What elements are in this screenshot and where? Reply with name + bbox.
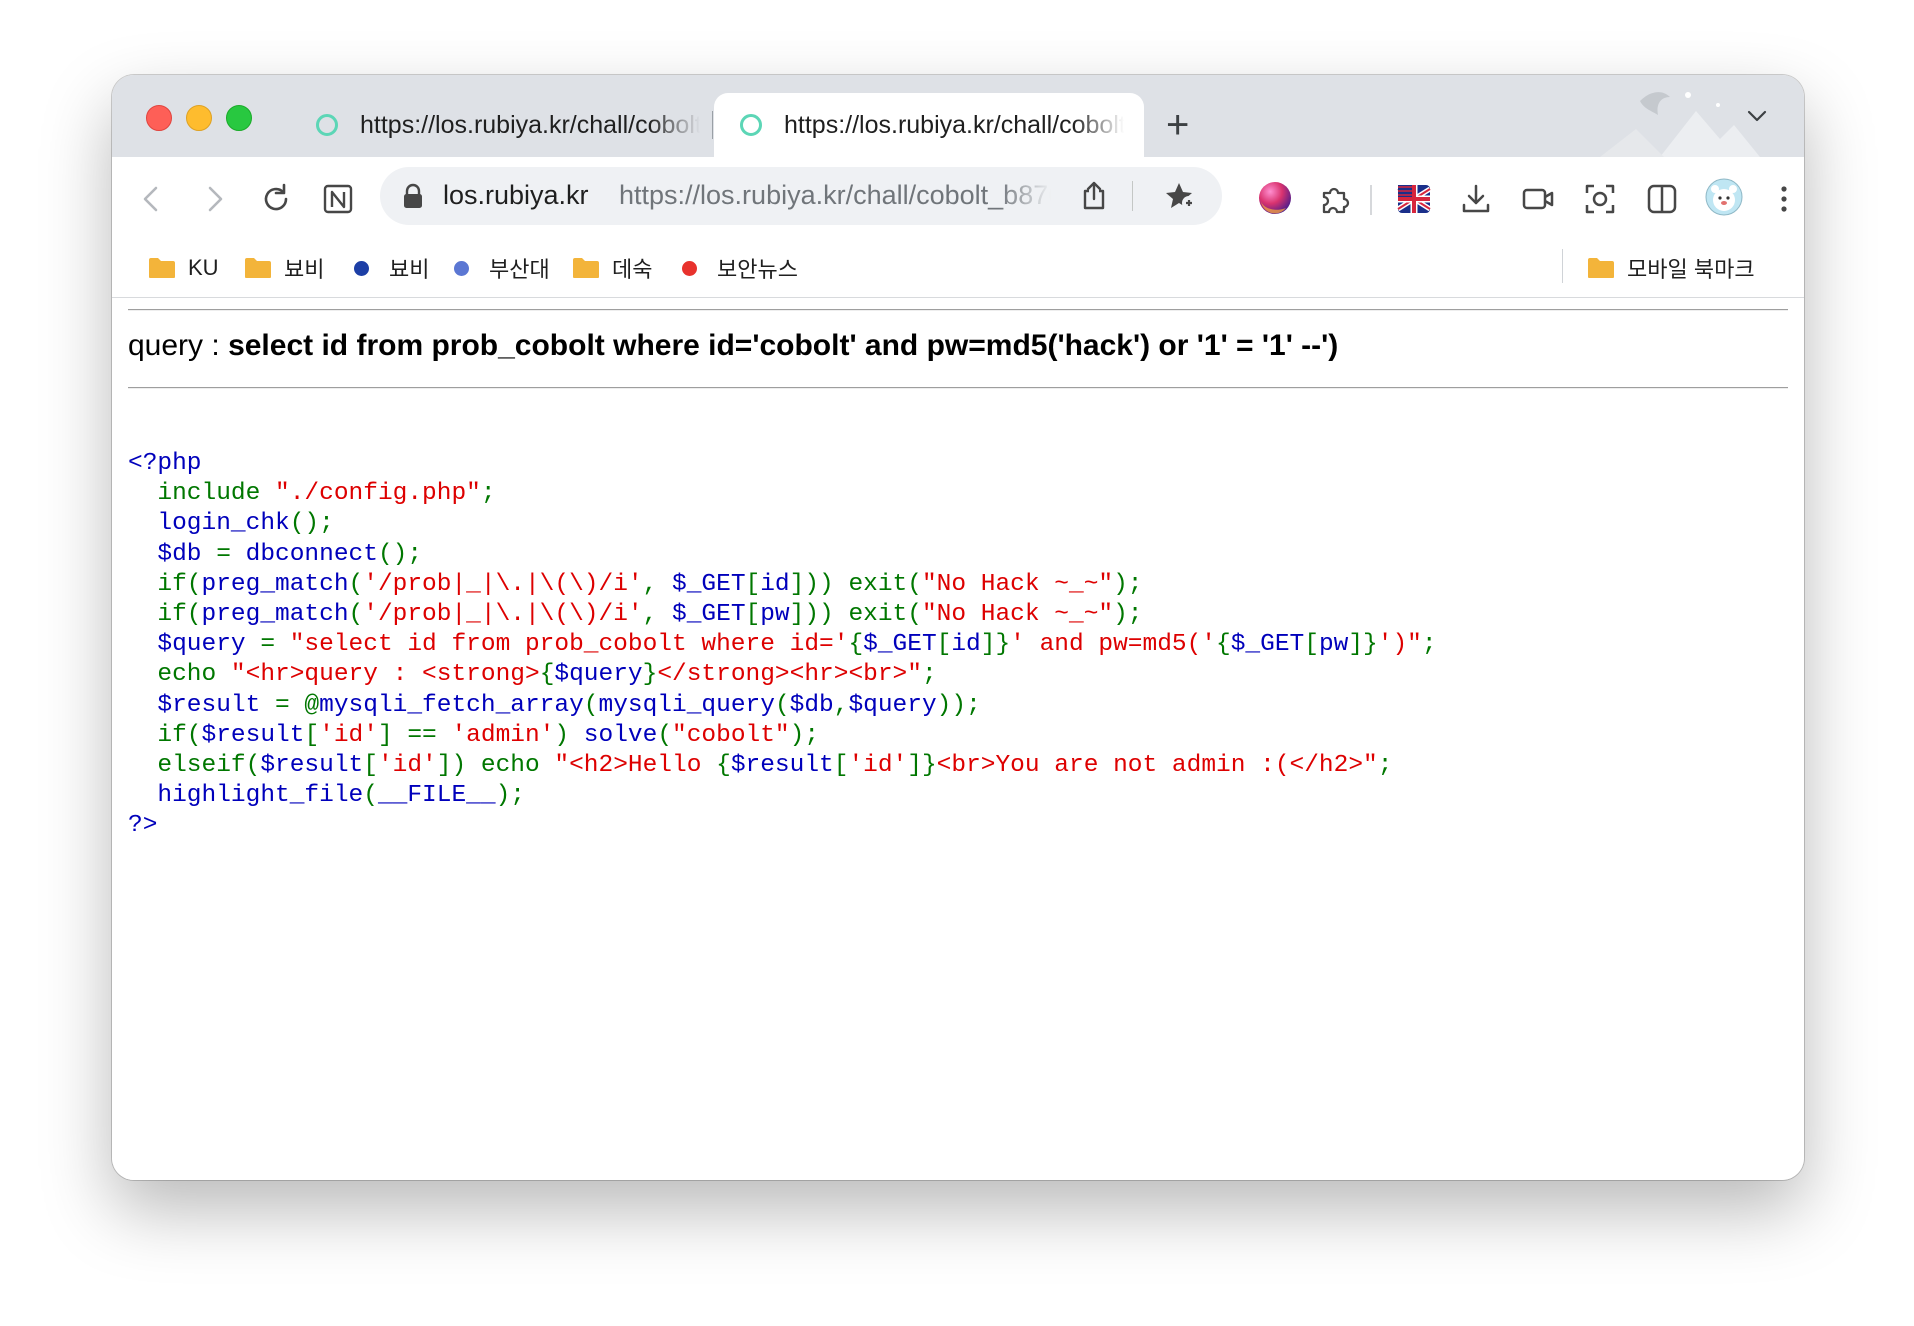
site-dot-icon — [454, 260, 469, 276]
download-icon[interactable] — [1458, 181, 1494, 217]
minimize-window-button[interactable] — [186, 105, 212, 131]
query-label: query : — [128, 329, 229, 362]
share-icon[interactable] — [1079, 180, 1109, 212]
query-value: select id from prob_cobolt where id='cob… — [228, 329, 1339, 362]
code-line: ?> — [128, 812, 158, 840]
code-line: if($result['id'] == 'admin') solve("cobo… — [157, 721, 820, 749]
tab-strip: https://los.rubiya.kr/chall/cobolt_b876a… — [112, 75, 1804, 157]
tab-inactive[interactable]: https://los.rubiya.kr/chall/cobolt_b876a… — [290, 93, 710, 157]
screen-record-icon[interactable] — [1520, 181, 1556, 217]
address-bar[interactable]: los.rubiya.kr https://los.rubiya.kr/chal… — [380, 167, 1222, 225]
theme-decoration-icon — [1600, 92, 1760, 157]
page-favicon-icon — [740, 114, 762, 136]
reload-icon[interactable] — [258, 181, 294, 217]
bookmark-star-icon[interactable] — [1164, 180, 1198, 212]
folder-icon — [1588, 258, 1614, 278]
side-panel-icon[interactable] — [1644, 181, 1680, 217]
bookmark-label: KU — [188, 255, 219, 280]
bookmark-label: 뵤비 — [284, 257, 325, 282]
bookmark-folder-mobile[interactable]: 모바일 북마크 — [1587, 251, 1755, 285]
url-text[interactable]: https://los.rubiya.kr/chall/cobolt_b876a… — [619, 180, 1051, 211]
translate-extension-icon[interactable] — [1396, 181, 1432, 217]
folder-icon — [245, 258, 271, 278]
tab-active[interactable]: https://los.rubiya.kr/chall/cobolt_b876a… — [714, 93, 1144, 157]
code-line: elseif($result['id']) echo "<h2>Hello {$… — [157, 752, 1393, 780]
site-dot-icon — [354, 260, 369, 276]
profile-avatar-icon[interactable] — [1704, 177, 1744, 217]
bookmark-link-byobi[interactable]: 뵤비 — [354, 251, 429, 285]
bookmark-link-pusan[interactable]: 부산대 — [454, 251, 550, 285]
code-line: if(preg_match('/prob|_|\.|\(\)/i', $_GET… — [157, 570, 1143, 598]
back-icon[interactable] — [134, 181, 170, 217]
php-source-code: <?php include "./config.php"; login_chk(… — [128, 449, 1437, 842]
query-output: query : select id from prob_cobolt where… — [128, 329, 1338, 363]
more-menu-icon[interactable] — [1766, 181, 1802, 217]
browser-window: https://los.rubiya.kr/chall/cobolt_b876a… — [112, 75, 1804, 1180]
zoom-window-button[interactable] — [226, 105, 252, 131]
bookmark-label: 부산대 — [489, 257, 550, 282]
bookmark-label: 뵤비 — [389, 257, 430, 282]
folder-icon — [149, 258, 175, 278]
forward-icon[interactable] — [196, 181, 232, 217]
code-line: $db = dbconnect(); — [128, 540, 423, 568]
horizontal-rule — [128, 387, 1788, 389]
code-line: if(preg_match('/prob|_|\.|\(\)/i', $_GET… — [157, 601, 1143, 629]
extensions-puzzle-icon[interactable] — [1317, 181, 1353, 217]
code-line: $result = @mysqli_fetch_array(mysqli_que… — [128, 691, 981, 719]
bookmark-label: 보안뉴스 — [717, 257, 798, 282]
page-content: query : select id from prob_cobolt where… — [112, 298, 1804, 1180]
code-line: echo "<hr>query : <strong>{$query}</stro… — [157, 661, 937, 689]
bookmark-link-boannews[interactable]: 보안뉴스 — [682, 251, 798, 285]
site-dot-icon — [682, 260, 697, 276]
horizontal-rule — [128, 309, 1788, 311]
bookmark-folder-ku[interactable]: KU — [148, 251, 219, 285]
browser-toolbar: los.rubiya.kr https://los.rubiya.kr/chal… — [112, 157, 1804, 239]
tab-title: https://los.rubiya.kr/chall/cobolt_b876a… — [784, 110, 1124, 139]
tab-title: https://los.rubiya.kr/chall/cobolt_b876a… — [360, 110, 700, 139]
tab-search-chevron-icon[interactable] — [1746, 105, 1768, 127]
code-line: login_chk(); — [128, 510, 334, 538]
color-extension-icon[interactable] — [1256, 179, 1294, 217]
code-line: <?php — [128, 450, 202, 477]
url-host: los.rubiya.kr — [443, 180, 589, 210]
toolbar-divider — [1370, 185, 1372, 215]
bookmark-label: 데숙 — [612, 257, 653, 282]
code-line: $query = "select id from prob_cobolt whe… — [128, 631, 1437, 659]
bookmarks-separator — [1562, 249, 1563, 283]
bookmark-folder-byobi[interactable]: 뵤비 — [244, 251, 324, 285]
code-line: highlight_file(__FILE__); — [128, 782, 525, 810]
code-line: include "./config.php"; — [157, 480, 496, 508]
bookmark-label: 모바일 북마크 — [1627, 257, 1755, 282]
lock-icon[interactable] — [402, 183, 424, 209]
omnibox-divider — [1132, 181, 1133, 211]
screenshot-icon[interactable] — [1582, 181, 1618, 217]
new-tab-button[interactable]: + — [1166, 105, 1189, 145]
close-window-button[interactable] — [146, 105, 172, 131]
tab-separator — [712, 111, 713, 139]
folder-icon — [573, 258, 599, 278]
bookmarks-bar: KU 뵤비 뵤비 부산대 데숙 보안뉴스 모바일 북마크 — [112, 239, 1804, 298]
bookmark-folder-desuk[interactable]: 데숙 — [572, 251, 652, 285]
page-favicon-icon — [316, 114, 338, 136]
notion-icon[interactable] — [320, 181, 356, 217]
